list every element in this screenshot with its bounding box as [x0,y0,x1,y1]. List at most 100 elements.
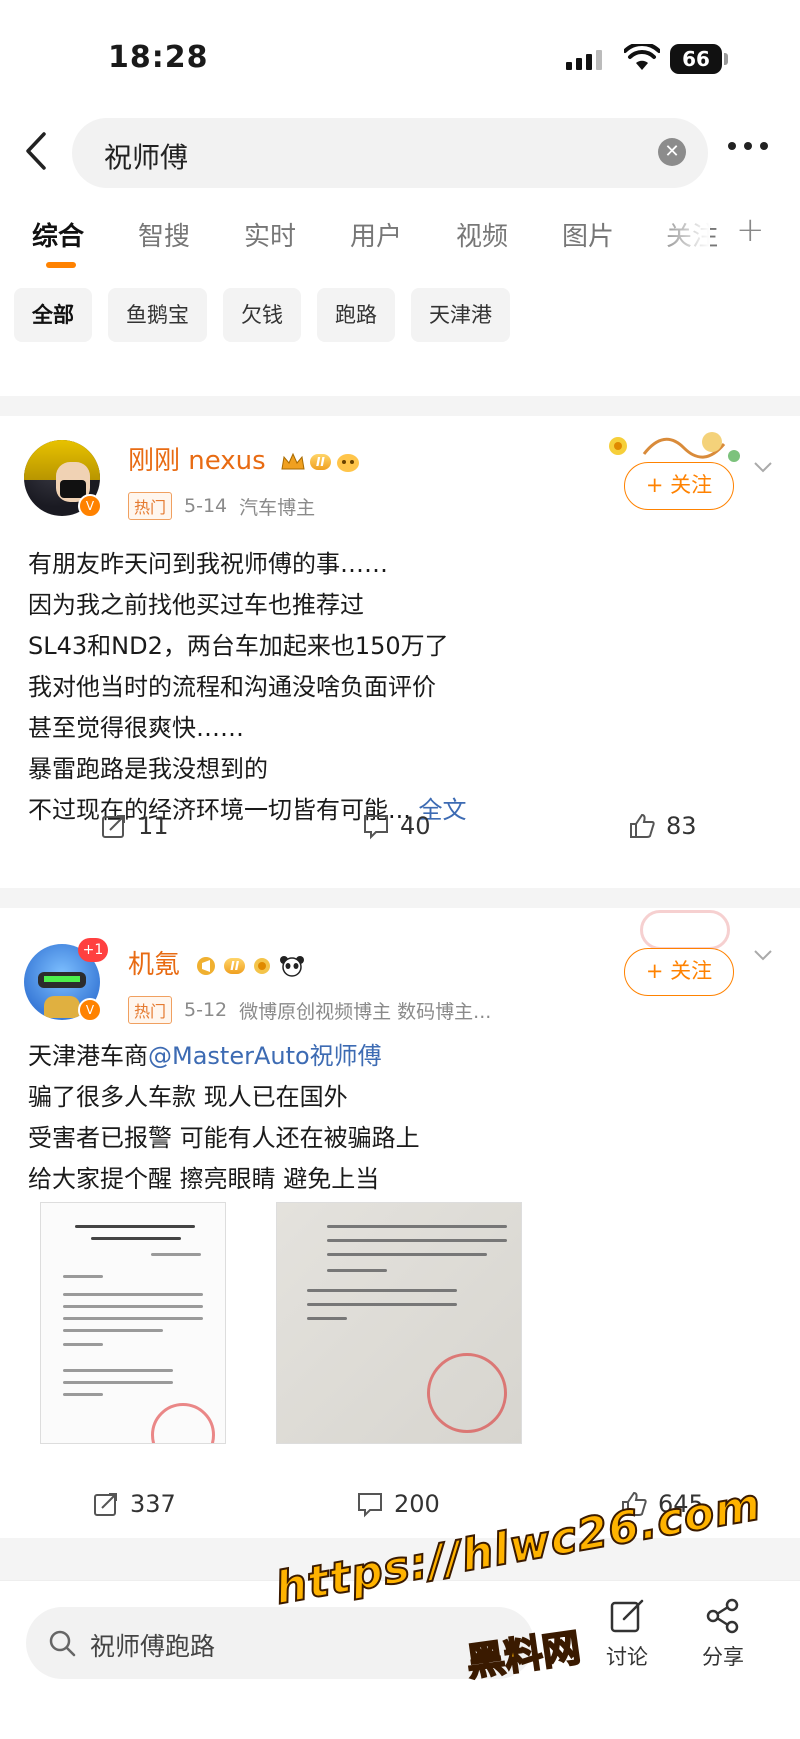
tab-smart-search[interactable]: 智搜 [138,216,190,253]
repost-count: 11 [138,812,169,840]
verified-badge-icon: V [78,494,102,518]
share-button[interactable]: 分享 [688,1597,758,1671]
hot-tag: 热门 [128,996,173,1024]
chip-all[interactable]: 全部 [14,288,92,342]
post-card[interactable]: V 刚刚 nexus II 热门 5-14 汽车博主 + 关注 有朋友昨天问到我… [0,416,800,840]
bottom-search-input[interactable]: 祝师傅跑路 [26,1607,534,1679]
comment-count: 200 [394,1490,440,1518]
post-actions: 11 40 83 [0,812,800,862]
crown-icon [281,452,305,469]
comment-icon [364,815,388,840]
post-line: 甚至觉得很爽快…… [28,714,244,742]
status-bar: 18:28 66 [0,0,800,110]
comment-button[interactable]: 200 [356,1490,440,1518]
tab-videos[interactable]: 视频 [456,216,508,253]
post-card[interactable]: +1 V 机氪 II 热门 5-12 微博原创视频博主 数码博主... + 关注… [0,908,800,1528]
repost-button[interactable]: 11 [100,812,169,840]
post-text: 天津港车商@MasterAuto祝师傅 骗了很多人车款 现人已在国外 受害者已报… [28,1036,420,1200]
like-button[interactable]: 83 [628,812,697,840]
bottom-bar: 祝师傅跑路 讨论 分享 [0,1580,800,1739]
mention-link[interactable]: @MasterAuto祝师傅 [148,1042,382,1070]
username-text: 刚刚 nexus [128,446,266,476]
red-stamp [151,1403,215,1443]
share-label: 分享 [702,1645,744,1669]
emoji-icon [336,453,359,472]
feed-separator [0,888,800,908]
bottom-search-text: 祝师傅跑路 [90,1632,216,1661]
post-image[interactable] [40,1202,226,1444]
post-line: 给大家提个醒 擦亮眼睛 避免上当 [28,1165,380,1193]
search-header: 祝师傅 ✕ [0,112,800,192]
battery-tip [724,53,728,65]
comment-count: 40 [400,812,431,840]
like-count: 83 [666,812,697,840]
share-icon [706,1598,739,1634]
post-line: 有朋友昨天问到我祝师傅的事…… [28,550,388,578]
search-input[interactable]: 祝师傅 ✕ [72,118,708,188]
edit-icon [610,1599,644,1633]
decoration-stamp [640,910,730,950]
discuss-button[interactable]: 讨论 [592,1597,662,1671]
tab-images[interactable]: 图片 [562,216,614,253]
post-date: 5-12 [184,999,228,1021]
search-tabs: 综合 智搜 实时 用户 视频 图片 关注 + [0,210,800,274]
user-badges: II [194,955,305,977]
post-date: 5-14 [184,495,228,517]
tab-comprehensive[interactable]: 综合 [32,216,84,253]
level-badge: II [224,957,246,974]
comment-icon [358,1493,382,1518]
post-line: 天津港车商 [28,1042,148,1070]
post-username[interactable]: 刚刚 nexus II [128,440,361,477]
post-line: 受害者已报警 可能有人还在被骗路上 [28,1124,420,1152]
tabs-fade [650,214,710,264]
post-image[interactable] [276,1202,522,1444]
panda-icon [280,955,305,977]
post-line: 因为我之前找他买过车也推荐过 [28,591,364,619]
chevron-down-icon[interactable] [752,456,774,478]
search-query-text: 祝师傅 [104,141,189,174]
medal-icon [254,957,271,974]
post-meta: 热门 5-14 汽车博主 [128,492,315,520]
post-text: 有朋友昨天问到我祝师傅的事…… 因为我之前找他买过车也推荐过 SL43和ND2，… [28,544,467,831]
hot-tag: 热门 [128,492,173,520]
comment-button[interactable]: 40 [362,812,431,840]
active-tab-indicator [46,262,76,268]
post-line: 我对他当时的流程和沟通没啥负面评价 [28,673,436,701]
chip-tianjin-port[interactable]: 天津港 [411,288,510,342]
back-arrow-icon[interactable] [14,126,58,176]
follow-button[interactable]: + 关注 [624,462,734,510]
megaphone-icon [197,956,216,975]
chevron-down-icon[interactable] [752,944,774,966]
feed-separator [0,396,800,416]
post-line: SL43和ND2，两台车加起来也150万了 [28,632,449,660]
discuss-label: 讨论 [606,1645,648,1669]
chip-yuebao[interactable]: 鱼鹅宝 [108,288,207,342]
repost-icon [102,815,125,838]
chip-debt[interactable]: 欠钱 [223,288,301,342]
signal-icon [566,50,602,70]
clear-icon[interactable]: ✕ [658,138,686,166]
like-icon [630,813,655,838]
add-tab-icon[interactable]: + [736,210,765,250]
post-line: 骗了很多人车款 现人已在国外 [28,1083,348,1111]
post-line: 暴雷跑路是我没想到的 [28,755,268,783]
post-meta: 热门 5-12 微博原创视频博主 数码博主... [128,996,491,1024]
level-badge: II [309,453,331,470]
search-icon [49,1630,76,1657]
status-time: 18:28 [108,40,209,75]
tab-users[interactable]: 用户 [350,216,402,253]
tab-realtime[interactable]: 实时 [244,216,296,253]
more-options-icon[interactable] [728,142,768,150]
red-stamp [427,1353,507,1433]
filter-chips: 全部 鱼鹅宝 欠钱 跑路 天津港 [14,288,510,342]
repost-button[interactable]: 337 [92,1490,176,1518]
avatar-count-badge: +1 [78,938,108,962]
follow-button[interactable]: + 关注 [624,948,734,996]
chip-run-away[interactable]: 跑路 [317,288,395,342]
username-text: 机氪 [128,950,181,980]
post-username[interactable]: 机氪 II [128,944,305,981]
user-badges: II [280,451,361,473]
wifi-icon [624,44,660,70]
battery-icon: 66 [670,44,722,74]
post-role: 汽车博主 [239,496,316,519]
